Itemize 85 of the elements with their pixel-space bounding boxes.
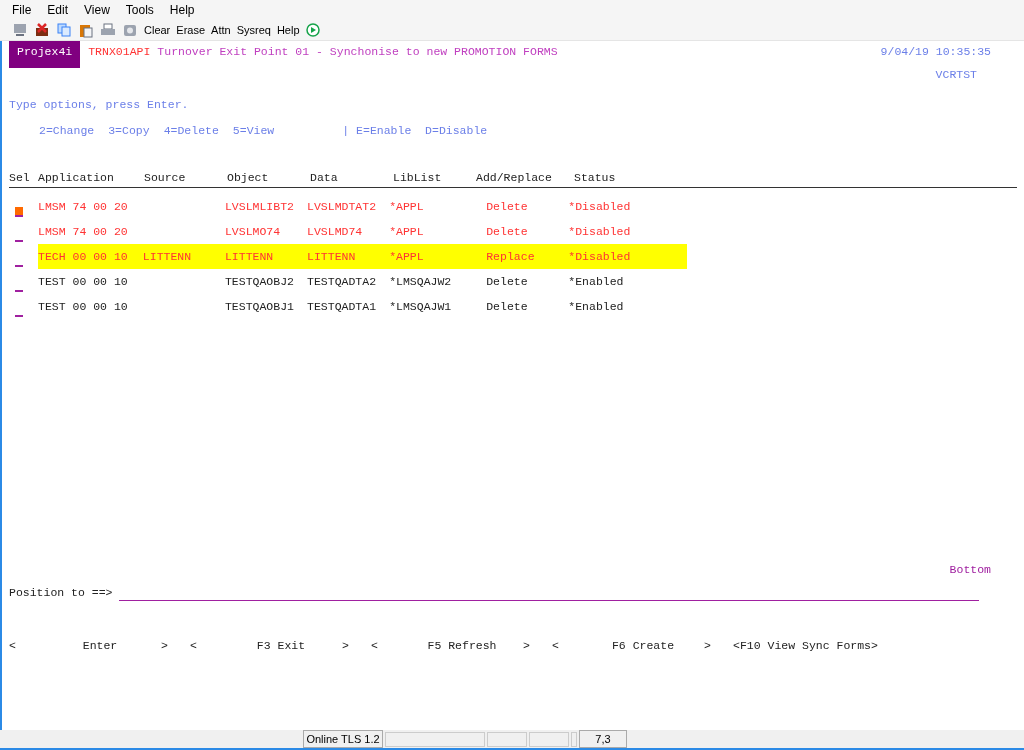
computer-icon[interactable] [12,22,28,38]
table-cell: *Disabled [568,225,631,239]
bracket-text: < [190,637,198,654]
cursor-position: 7,3 [579,729,627,749]
toolbar-button[interactable]: Clear [144,21,171,39]
function-key[interactable]: F6 Create [582,636,704,654]
bracket-text: > [704,637,711,654]
table-cell: TEST 00 00 10 [38,275,128,289]
bracket-text: < [552,637,560,654]
instructions: Type options, press Enter. [9,96,189,113]
table-cell: Delete [486,300,528,314]
app-badge: Projex4i [9,41,81,69]
column-header: LibList [393,170,443,186]
option-text: 4=Delete [163,122,219,139]
table-cell: LITTENN [224,250,274,264]
menu-item[interactable]: Tools [125,1,154,19]
column-header: Application [38,170,115,186]
function-key[interactable]: <F10 View Sync Forms> [733,636,878,654]
option-text: 3=Copy [108,122,150,139]
function-key[interactable]: F5 Refresh [401,636,523,654]
status-panel [487,731,527,747]
column-header: Data [310,170,339,186]
table-cell: LVSLMD74 [307,225,363,239]
selection-field[interactable] [15,207,23,218]
column-header: Source [144,170,187,186]
table-cell: LVSLMLIBT2 [224,200,294,214]
table-cell: *LMSQAJW1 [389,300,452,314]
table-cell: LVSLMO74 [224,225,281,239]
table-cell: *Disabled [568,200,631,214]
table-cell: LVSLMDTAT2 [307,200,377,214]
bracket-text: > [342,637,349,654]
table-cell: TESTQADTA2 [307,275,377,289]
column-header: Status [574,170,617,186]
play-icon[interactable] [305,23,320,37]
option-text: 2=Change [39,122,95,139]
table-cell: *APPL [389,225,424,239]
bracket-text: > [523,637,530,654]
disconnect-icon[interactable] [34,22,50,38]
table-cell: TEST 00 00 10 [38,300,128,314]
table-cell: *Disabled [568,250,631,264]
table-cell: LITTENN [142,250,192,264]
menu-item[interactable]: View [84,1,110,19]
user-name: VCRTST [935,67,977,84]
menu-item[interactable]: Help [169,1,195,19]
column-header: Sel [9,170,31,186]
table-cell: Delete [486,225,528,239]
program-name: TRNX01API [88,44,151,60]
table-cell: TESTQAOBJ1 [224,300,294,314]
menu-item[interactable]: File [12,1,32,19]
function-key[interactable]: Enter [39,636,161,654]
table-cell: Replace [486,250,535,264]
toolbar-button[interactable]: Erase [176,21,206,39]
table-cell: *Enabled [568,275,624,289]
status-panel [529,731,569,747]
bracket-text: < [371,637,379,654]
toolbar-button[interactable]: Attn [211,21,231,39]
table-cell: Delete [486,275,528,289]
bracket-text: > [161,637,168,654]
column-header: Add/Replace [476,170,553,186]
status-connection: Online TLS 1.2 [303,729,383,749]
table-cell: *APPL [389,250,424,264]
toolbar-button[interactable]: Help [276,21,300,39]
table-cell: LMSM 74 00 20 [38,200,128,214]
option-text: | E=Enable D=Disable [342,122,488,139]
table-cell: LITTENN [307,250,356,264]
paste-icon[interactable] [78,22,94,38]
option-text: 5=View [232,122,275,139]
function-key[interactable]: F3 Exit [220,636,342,654]
toolbar-button[interactable]: Sysreq [236,21,271,39]
status-panel [571,731,577,747]
table-cell: Delete [486,200,528,214]
more-indicator: Bottom [949,562,991,579]
screen-title: Turnover Exit Point 01 - Synchonise to new PROMOTION FORMS [157,44,558,60]
table-cell: *APPL [389,200,424,214]
date-time: 9/04/19 10:35:35 [880,44,991,60]
table-cell: LMSM 74 00 20 [38,225,128,239]
position-label: Position to ==> [9,584,113,601]
table-cell: TESTQAOBJ2 [224,275,294,289]
bracket-text: < [9,637,17,654]
table-cell: *LMSQAJW2 [389,275,452,289]
column-header: Object [227,170,270,186]
table-cell: *Enabled [568,300,624,314]
table-cell: TESTQADTA1 [307,300,377,314]
menu-item[interactable]: Edit [47,1,69,19]
table-cell: TECH 00 00 10 [38,250,128,264]
